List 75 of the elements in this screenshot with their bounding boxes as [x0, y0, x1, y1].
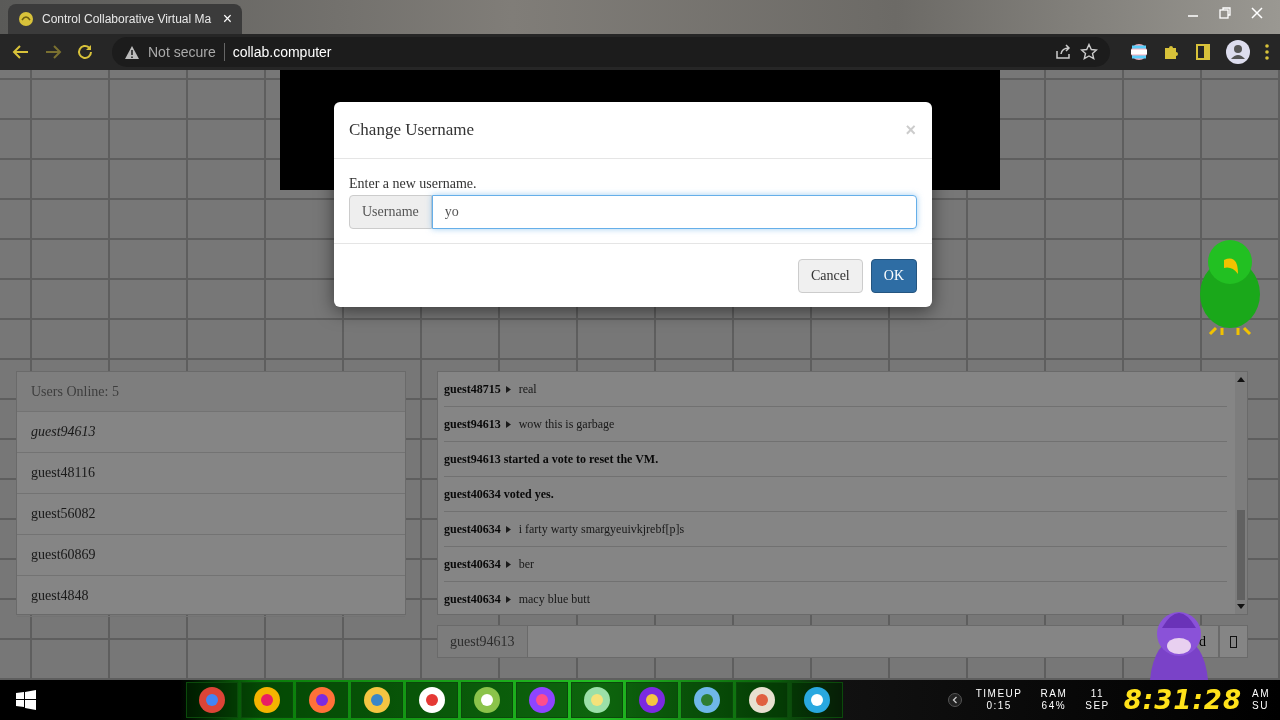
system-message: guest40634 voted yes. [444, 486, 554, 502]
system-message: guest94613 started a vote to reset the VM. [444, 451, 659, 467]
clock-day: SU [1252, 700, 1269, 712]
scroll-up-icon[interactable] [1237, 376, 1245, 382]
chat-username-label: guest94613 [437, 625, 528, 658]
flag-icon[interactable] [1130, 43, 1148, 61]
profile-icon[interactable] [1226, 40, 1250, 64]
chat-username: guest48715 [444, 381, 501, 397]
tab-close-button[interactable]: × [222, 10, 232, 28]
restore-icon[interactable] [1218, 6, 1232, 20]
close-icon[interactable] [1250, 6, 1264, 20]
user-item[interactable]: guest56082 [17, 494, 405, 535]
warning-icon [124, 44, 140, 60]
chat-username: guest94613 [444, 416, 501, 432]
address-bar[interactable]: Not secure collab.computer [112, 37, 1110, 67]
forward-icon[interactable] [44, 43, 62, 61]
puzzle-icon[interactable] [1162, 43, 1180, 61]
app-icon[interactable] [571, 682, 623, 718]
user-item[interactable]: guest48116 [17, 453, 405, 494]
tray-label: 11 [1090, 688, 1105, 700]
share-icon[interactable] [1054, 43, 1072, 61]
extra-button[interactable] [1219, 625, 1248, 658]
caret-icon [505, 525, 511, 533]
user-item[interactable]: guest94613 [17, 412, 405, 453]
tab-title: Control Collaborative Virtual Ma [42, 12, 213, 26]
username-label: Username [349, 195, 432, 229]
clock-time: 8:31:28 [1123, 685, 1242, 715]
users-online-header: Users Online: 5 [17, 372, 405, 412]
box-icon [1230, 635, 1237, 648]
user-item[interactable]: guest60869 [17, 535, 405, 576]
security-label: Not secure [148, 44, 216, 60]
clock-ampm: AM [1252, 688, 1270, 700]
app-icon[interactable] [461, 682, 513, 718]
username-input[interactable]: yo [431, 195, 917, 229]
caret-icon [505, 595, 511, 603]
star-icon[interactable] [1080, 43, 1098, 61]
tray-label: RAM [1040, 688, 1068, 700]
dialog-prompt: Enter a new username. [349, 176, 478, 192]
url-text: collab.computer [232, 44, 332, 60]
chat-message: macy blue butt [518, 591, 590, 607]
user-item[interactable]: guest4848 [17, 576, 405, 617]
caret-icon [505, 420, 511, 428]
app-icon[interactable] [736, 682, 788, 718]
chevron-icon[interactable] [947, 693, 962, 707]
app-icon[interactable] [406, 682, 458, 718]
chat-message: i farty warty smargyeuivkjrebf[p]s [518, 521, 685, 537]
tray-label: TIMEUP [975, 688, 1023, 700]
cancel-button[interactable]: Cancel [797, 259, 863, 293]
reload-icon[interactable] [76, 43, 94, 61]
scroll-down-icon[interactable] [1237, 604, 1245, 610]
chat-message: wow this is garbage [518, 416, 615, 432]
app-icon[interactable] [791, 682, 843, 718]
tray-value: 0:15 [986, 700, 1012, 712]
tray-value: 64% [1041, 700, 1067, 712]
app-icon[interactable] [351, 682, 403, 718]
scroll-thumb[interactable] [1237, 510, 1245, 600]
back-icon[interactable] [12, 43, 30, 61]
dialog-title: Change Username [349, 120, 475, 140]
chat-username: guest40634 [444, 521, 501, 537]
chat-message: real [518, 381, 537, 397]
caret-icon [505, 560, 511, 568]
chat-username: guest40634 [444, 556, 501, 572]
menu-icon[interactable] [1264, 43, 1270, 61]
app-icon[interactable] [241, 682, 293, 718]
start-icon[interactable] [16, 690, 36, 710]
chat-username: guest40634 [444, 591, 501, 607]
caret-icon [505, 385, 511, 393]
sidebar-icon[interactable] [1194, 43, 1212, 61]
tray-value: SEP [1085, 700, 1110, 712]
ok-button[interactable]: OK [870, 259, 917, 293]
browser-tab[interactable]: Control Collaborative Virtual Ma × [8, 4, 242, 34]
chat-message: ber [518, 556, 534, 572]
favicon-icon [18, 11, 34, 27]
scrollbar[interactable] [1235, 372, 1247, 614]
app-icon[interactable] [626, 682, 678, 718]
